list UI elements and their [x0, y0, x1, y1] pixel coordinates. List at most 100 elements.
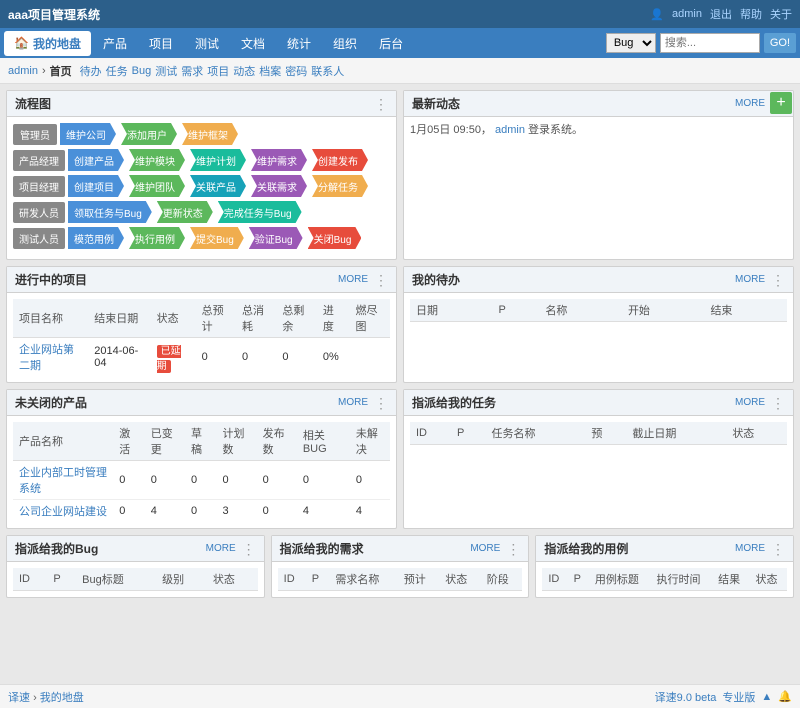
breadcrumb-admin[interactable]: admin	[8, 65, 38, 77]
flow-step-relate-product: 关联产品	[190, 175, 246, 197]
home-icon: 🏠	[14, 36, 29, 50]
flow-step-maintain-team: 维护团队	[129, 175, 185, 197]
proj-total-plan: 0	[196, 338, 236, 377]
search-button[interactable]: GO!	[764, 33, 796, 53]
products-body-rows: 企业内部工时管理系统 0 0 0 0 0 0 0 公司企业网站建设 0	[13, 461, 390, 523]
prod-bugs-1: 0	[297, 461, 350, 500]
flow-step-maintain-company: 维护公司	[60, 123, 116, 145]
proj-progress: 0%	[317, 338, 350, 377]
breadcrumb-home[interactable]: 首页	[50, 63, 72, 79]
activity-date: 1月05日 09:50，	[410, 124, 492, 136]
search-type-select[interactable]: Bug 需求 任务	[606, 33, 656, 53]
bug-col-title: Bug标题	[76, 568, 156, 591]
recent-activity-more[interactable]: MORE	[735, 98, 765, 109]
flow-diagram-dots[interactable]: ⋮	[374, 97, 388, 111]
flow-step-complete-task: 完成任务与Bug	[218, 201, 302, 223]
prod-active-2: 0	[113, 500, 145, 523]
projects-header: 进行中的项目 MORE ⋮	[7, 267, 396, 293]
proj-col-end: 结束日期	[88, 299, 150, 338]
assigned-requests-dots[interactable]: ⋮	[506, 542, 520, 556]
flow-diagram-panel: 流程图 ⋮ 管理员 维护公司 添加用户 维护框架 产品经理 创建产品 维护模块	[6, 90, 397, 260]
assigned-cases-title: 指派给我的用例	[544, 540, 628, 557]
case-col-time: 执行时间	[651, 568, 713, 591]
breadcrumb-files[interactable]: 档案	[259, 63, 281, 79]
footer-dashboard-link[interactable]: 我的地盘	[40, 692, 84, 704]
breadcrumb-password[interactable]: 密码	[285, 63, 307, 79]
todo-actions: MORE ⋮	[735, 273, 785, 287]
breadcrumb-proj[interactable]: 项目	[207, 63, 229, 79]
nav-test[interactable]: 测试	[185, 31, 229, 56]
bug-col-id: ID	[13, 568, 47, 591]
products-body: 产品名称 激活 已变更 草稿 计划数 发布数 相关BUG 未解决 企业内部工时管	[7, 416, 396, 528]
projects-more[interactable]: MORE	[338, 274, 368, 285]
search-input[interactable]	[660, 33, 760, 53]
flow-diagram-actions: ⋮	[374, 97, 388, 111]
breadcrumb-todo[interactable]: 待办	[80, 63, 102, 79]
breadcrumb-task[interactable]: 任务	[106, 63, 128, 79]
nav-admin[interactable]: 后台	[369, 31, 413, 56]
assigned-tasks-dots[interactable]: ⋮	[771, 396, 785, 410]
projects-dots[interactable]: ⋮	[374, 273, 388, 287]
assigned-cases-dots[interactable]: ⋮	[771, 542, 785, 556]
products-dots[interactable]: ⋮	[374, 396, 388, 410]
assigned-tasks-more[interactable]: MORE	[735, 397, 765, 408]
footer-home-link[interactable]: 译速	[8, 692, 30, 704]
assigned-cases-more[interactable]: MORE	[735, 543, 765, 554]
activity-user[interactable]: admin	[495, 124, 525, 136]
assigned-bugs-header: 指派给我的Bug MORE ⋮	[7, 536, 264, 562]
prod-name-1[interactable]: 企业内部工时管理系统	[19, 467, 107, 495]
breadcrumb-contact[interactable]: 联系人	[311, 63, 344, 79]
flow-row-tester: 测试人员 模范用例 执行用例 提交Bug 验证Bug 关闭Bug	[13, 227, 390, 249]
todo-col-p: P	[493, 299, 540, 322]
todo-table: 日期 P 名称 开始 结束	[410, 299, 787, 322]
top-bar: aaa项目管理系统 👤 admin 退出 帮助 关于	[0, 0, 800, 28]
add-button[interactable]: +	[770, 92, 792, 114]
assigned-bugs-panel: 指派给我的Bug MORE ⋮ ID P Bug标题 级别 状态	[6, 535, 265, 598]
projects-table: 项目名称 结束日期 状态 总预计 总消耗 总剩余 进度 燃尽图 企业网站第二期	[13, 299, 390, 376]
nav-org[interactable]: 组织	[323, 31, 367, 56]
footer-sep: ›	[33, 692, 40, 704]
flow-step-create-project: 创建项目	[68, 175, 124, 197]
flow-role-admin: 管理员	[13, 124, 57, 145]
activity-action: 登录系统。	[528, 124, 583, 136]
nav-product[interactable]: 产品	[93, 31, 137, 56]
prod-changed-1: 0	[145, 461, 185, 500]
case-col-status: 状态	[750, 568, 787, 591]
assigned-bugs-more[interactable]: MORE	[206, 543, 236, 554]
about-link[interactable]: 关于	[770, 6, 792, 22]
flow-diagram-title: 流程图	[15, 95, 51, 112]
assigned-requests-more[interactable]: MORE	[470, 543, 500, 554]
products-more[interactable]: MORE	[338, 397, 368, 408]
prod-changed-2: 4	[145, 500, 185, 523]
nav-doc[interactable]: 文档	[231, 31, 275, 56]
flow-row-dev: 研发人员 领取任务与Bug 更新状态 完成任务与Bug	[13, 201, 390, 223]
req-col-id: ID	[278, 568, 306, 591]
todo-more[interactable]: MORE	[735, 274, 765, 285]
username: admin	[672, 8, 702, 20]
breadcrumb-bug[interactable]: Bug	[132, 65, 152, 77]
breadcrumb-test[interactable]: 测试	[155, 63, 177, 79]
proj-col-status: 状态	[151, 299, 196, 338]
table-row: 企业网站第二期 2014-06-04 已延期 0 0 0 0%	[13, 338, 390, 377]
nav-home[interactable]: 🏠 我的地盘	[4, 31, 91, 56]
todo-header: 我的待办 MORE ⋮	[404, 267, 793, 293]
help-link[interactable]: 帮助	[740, 6, 762, 22]
todo-dots[interactable]: ⋮	[771, 273, 785, 287]
flow-step-maintain-req: 维护需求	[251, 149, 307, 171]
assigned-bugs-title: 指派给我的Bug	[15, 540, 98, 557]
task-col-est: 预	[585, 422, 626, 445]
flow-step-maintain-module: 维护模块	[129, 149, 185, 171]
flow-row-admin: 管理员 维护公司 添加用户 维护框架	[13, 123, 390, 145]
nav-bar: 🏠 我的地盘 产品 项目 测试 文档 统计 组织 后台 Bug 需求 任务 GO…	[0, 28, 800, 58]
prod-name-2[interactable]: 公司企业网站建设	[19, 506, 107, 518]
logout-link[interactable]: 退出	[710, 6, 732, 22]
breadcrumb-activity[interactable]: 动态	[233, 63, 255, 79]
nav-stats[interactable]: 统计	[277, 31, 321, 56]
assigned-bugs-dots[interactable]: ⋮	[242, 542, 256, 556]
projects-actions: MORE ⋮	[338, 273, 388, 287]
footer-up-icon[interactable]: ▲	[761, 691, 772, 703]
breadcrumb-req[interactable]: 需求	[181, 63, 203, 79]
footer-notify-icon[interactable]: 🔔	[778, 690, 792, 703]
nav-project[interactable]: 项目	[139, 31, 183, 56]
proj-name-link[interactable]: 企业网站第二期	[19, 344, 74, 372]
